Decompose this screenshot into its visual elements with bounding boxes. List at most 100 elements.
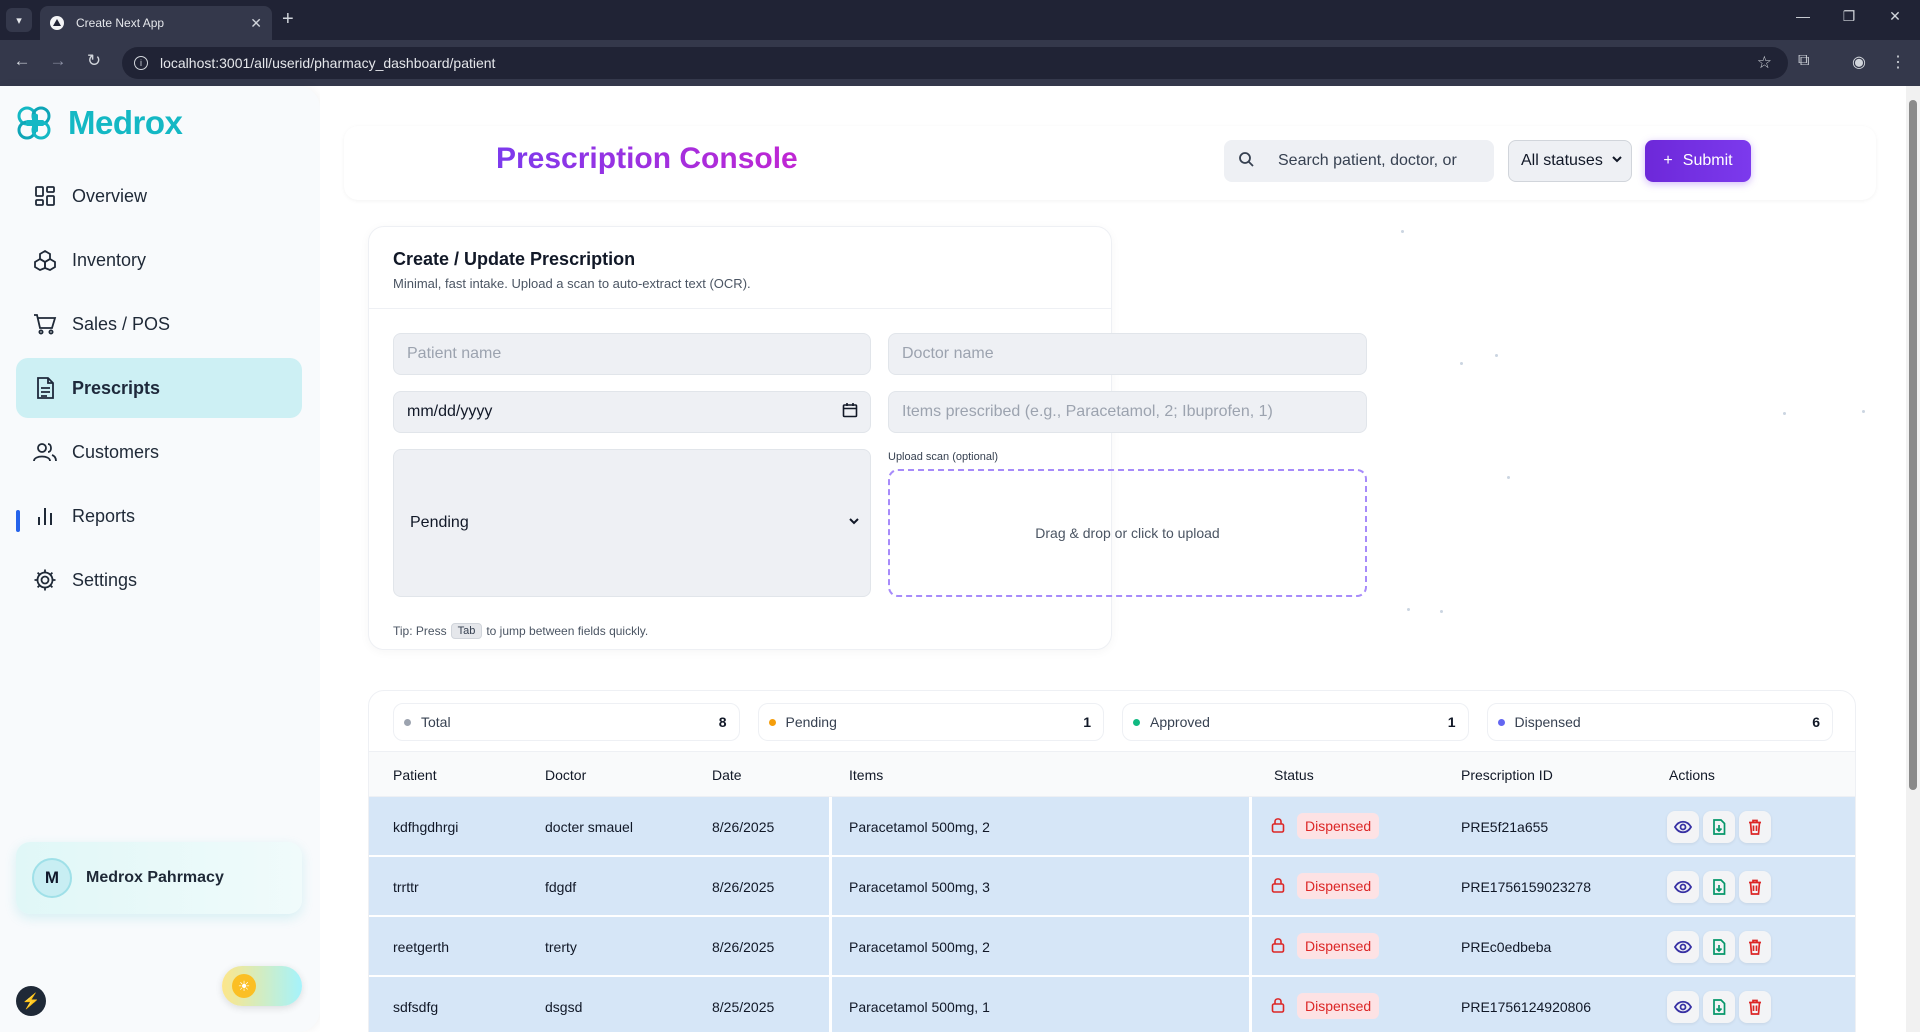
row-divider (829, 857, 832, 917)
sidebar-item-label: Overview (72, 185, 148, 206)
row-divider (1249, 977, 1252, 1032)
table-row[interactable]: trrttr fdgdf 8/26/2025 Paracetamol 500mg… (369, 857, 1855, 917)
submit-label: Submit (1682, 152, 1733, 169)
table-row[interactable]: sdfsdfg dsgsd 8/25/2025 Paracetamol 500m… (369, 977, 1855, 1032)
sidebar-item-settings[interactable]: Settings (16, 550, 302, 610)
cell-patient: reetgerth (393, 939, 450, 955)
date-input[interactable]: mm/dd/yyyy (393, 391, 871, 433)
minimize-button[interactable]: — (1780, 8, 1826, 24)
column-header: Doctor (545, 767, 587, 783)
brand-name: Medrox (68, 104, 183, 141)
browser-tab[interactable]: Create Next App ✕ (40, 6, 272, 40)
status-filter-select[interactable]: All statuses (1508, 140, 1632, 182)
download-button[interactable] (1703, 811, 1735, 843)
cell-items: Paracetamol 500mg, 2 (849, 819, 990, 835)
cell-prescription-id: PRE5f21a655 (1461, 819, 1549, 835)
cell-doctor: fdgdf (545, 879, 577, 895)
avatar: M (32, 858, 72, 898)
stat-label: Approved (1150, 714, 1210, 730)
prescription-form: Create / Update Prescription Minimal, fa… (368, 226, 1367, 650)
stat-total: Total 8 (393, 703, 740, 741)
cell-prescription-id: PRE1756124920806 (1461, 999, 1592, 1015)
cell-doctor: dsgsd (545, 999, 583, 1015)
decorative-dot (1507, 476, 1510, 479)
sidebar-item-sales-pos[interactable]: Sales / POS (16, 294, 302, 354)
close-tab-icon[interactable]: ✕ (250, 15, 262, 32)
profile-icon[interactable]: ◉ (1852, 52, 1866, 72)
medrox-logo-icon (14, 102, 56, 144)
items-prescribed-input[interactable]: Items prescribed (e.g., Paracetamol, 2; … (888, 391, 1367, 433)
tab-search-button[interactable]: ▾ (6, 8, 32, 32)
cell-patient: sdfsdfg (393, 999, 439, 1015)
delete-button[interactable] (1739, 871, 1771, 903)
view-button[interactable] (1667, 871, 1699, 903)
submit-button[interactable]: + Submit (1645, 140, 1751, 182)
table-row[interactable]: reetgerth trerty 8/26/2025 Paracetamol 5… (369, 917, 1855, 977)
prescriptions-table-card: Total 8 Pending 1 Approved 1 Dispensed 6… (368, 690, 1856, 1032)
new-tab-button[interactable]: + (282, 8, 294, 30)
download-button[interactable] (1703, 931, 1735, 963)
page-scrollbar[interactable] (1906, 86, 1920, 1032)
restore-button[interactable]: ❐ (1826, 8, 1872, 25)
sidebar-item-overview[interactable]: Overview (16, 166, 302, 226)
grid-icon (32, 183, 58, 209)
tab-key-badge: Tab (450, 623, 483, 639)
table-row[interactable]: kdfhgdhrgi docter smauel 8/26/2025 Parac… (369, 797, 1855, 857)
cell-doctor: docter smauel (545, 819, 633, 835)
extensions-icon[interactable]: ⧉ (1798, 52, 1809, 70)
cell-items: Paracetamol 500mg, 2 (849, 939, 990, 955)
sidebar-item-reports[interactable]: Reports (16, 486, 302, 546)
browser-menu-icon[interactable]: ⋮ (1890, 52, 1906, 72)
address-bar[interactable]: i localhost:3001/all/userid/pharmacy_das… (122, 47, 1788, 79)
status-select-value: Pending (410, 514, 469, 531)
delete-button[interactable] (1739, 931, 1771, 963)
view-button[interactable] (1667, 811, 1699, 843)
stat-count: 1 (1447, 714, 1456, 730)
tip-prefix: Tip: Press (393, 624, 447, 638)
delete-button[interactable] (1739, 991, 1771, 1023)
site-info-icon[interactable]: i (134, 56, 148, 70)
close-window-button[interactable]: ✕ (1872, 8, 1918, 25)
theme-toggle[interactable]: ☀ (222, 966, 302, 1006)
sidebar-item-label: Customers (72, 441, 160, 462)
sidebar-item-inventory[interactable]: Inventory (16, 230, 302, 290)
brand-logo[interactable]: Medrox (14, 102, 183, 144)
delete-button[interactable] (1739, 811, 1771, 843)
decorative-dot (1495, 354, 1498, 357)
sidebar-item-customers[interactable]: Customers (16, 422, 302, 482)
lock-icon (1271, 937, 1285, 958)
scrollbar-thumb[interactable] (1909, 100, 1917, 790)
search-input[interactable] (1278, 152, 1478, 170)
stat-label: Pending (785, 714, 837, 730)
upload-dropzone[interactable]: Drag & drop or click to upload (888, 469, 1367, 597)
doctor-name-input[interactable]: Doctor name (888, 333, 1367, 375)
stat-count: 6 (1812, 714, 1820, 730)
back-button[interactable]: ← (10, 51, 34, 71)
reload-button[interactable]: ↻ (82, 51, 106, 71)
profile-card[interactable]: M Medrox Pahrmacy (16, 842, 302, 914)
sidebar-item-prescripts[interactable]: Prescripts (16, 358, 302, 418)
decorative-dot (1440, 610, 1443, 613)
row-divider (1249, 917, 1252, 977)
chevron-down-icon (848, 514, 860, 532)
sidebar-item-label: Inventory (72, 249, 147, 270)
gear-icon (32, 567, 58, 593)
decorative-dot (1862, 410, 1865, 413)
forward-button[interactable]: → (46, 51, 70, 71)
cell-patient: trrttr (393, 879, 419, 895)
column-header: Items (849, 767, 884, 783)
status-badge: Dispensed (1297, 873, 1380, 899)
view-button[interactable] (1667, 991, 1699, 1023)
search-box[interactable] (1224, 140, 1494, 182)
status-select[interactable]: Pending (393, 449, 871, 597)
calendar-icon[interactable] (842, 402, 858, 423)
patient-name-input[interactable]: Patient name (393, 333, 871, 375)
download-button[interactable] (1703, 991, 1735, 1023)
lightning-icon[interactable]: ⚡ (16, 986, 46, 1016)
bookmark-star-icon[interactable]: ☆ (1757, 53, 1772, 73)
row-divider (1249, 797, 1252, 857)
form-tip: Tip: Press Tab to jump between fields qu… (393, 623, 648, 639)
view-button[interactable] (1667, 931, 1699, 963)
download-button[interactable] (1703, 871, 1735, 903)
lock-icon (1271, 877, 1285, 898)
